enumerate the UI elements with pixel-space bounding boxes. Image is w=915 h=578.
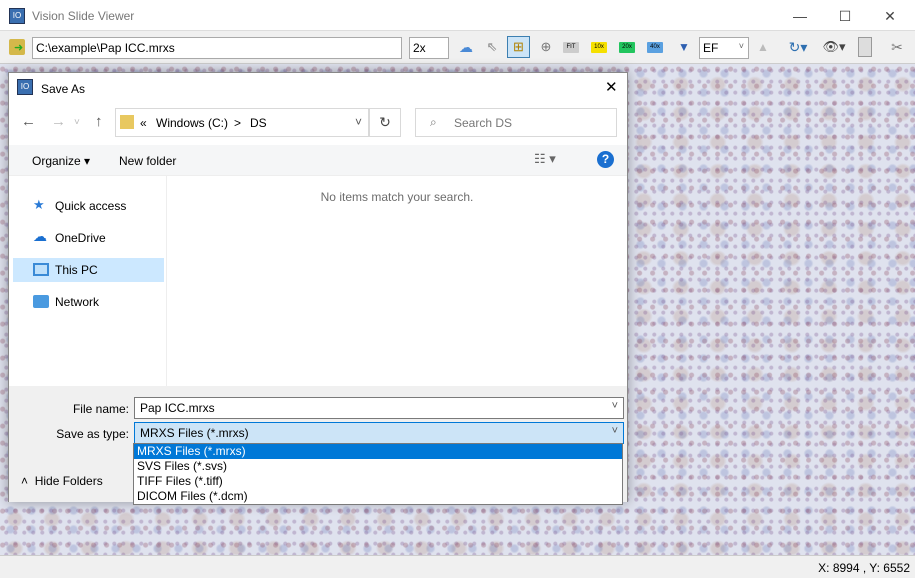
up-button[interactable]: ↑ (95, 113, 103, 130)
file-name-value: Pap ICC.mrxs (140, 401, 215, 415)
forward-button[interactable]: → (51, 113, 66, 130)
sidebar-label: Quick access (55, 199, 127, 213)
maximize-button[interactable]: ☐ (835, 6, 855, 26)
hide-folders-button[interactable]: ˄ Hide Folders (21, 474, 103, 488)
zoom-40x-button[interactable]: 40x (647, 42, 663, 53)
search-input[interactable]: ⌕ Search DS (415, 108, 617, 137)
sidebar-item-quick-access[interactable]: ★ Quick access (13, 194, 164, 218)
monitor-icon (33, 263, 49, 276)
close-button[interactable]: ✕ (880, 6, 900, 26)
save-as-type-dropdown: MRXS Files (*.mrxs) SVS Files (*.svs) TI… (133, 443, 623, 505)
pointer-icon[interactable]: ⇖ (484, 37, 500, 57)
organize-button[interactable]: Organize ▾ (32, 154, 90, 168)
refresh-button[interactable]: ↻ (369, 108, 401, 137)
sidebar-label: This PC (55, 263, 98, 277)
app-icon: IO (9, 8, 25, 24)
sidebar-label: Network (55, 295, 100, 309)
save-as-dialog: IO Save As ✕ ← → ˅ ↑ « Windows (C:) > DS… (8, 72, 628, 502)
fit-button[interactable]: FIT (563, 42, 579, 53)
breadcrumb-folder[interactable]: DS (250, 116, 267, 130)
file-name-label: File name: (72, 402, 129, 416)
window-title: Vision Slide Viewer (32, 9, 135, 23)
focus-up-icon: ▲ (757, 40, 769, 54)
dialog-close-button[interactable]: ✕ (605, 78, 618, 96)
save-as-type-label: Save as type: (56, 427, 129, 441)
coordinates: X: 8994 , Y: 6552 (818, 561, 910, 575)
folder-icon (120, 115, 134, 129)
sidebar-label: OneDrive (55, 231, 106, 245)
focus-value: EF (703, 41, 719, 55)
minimize-button[interactable]: — (790, 6, 810, 26)
type-option-mrxs[interactable]: MRXS Files (*.mrxs) (134, 444, 622, 459)
type-value: MRXS Files (*.mrxs) (140, 426, 249, 440)
zoom-10x-button[interactable]: 10x (591, 42, 607, 53)
focus-down-icon[interactable]: ▼ (676, 37, 692, 57)
split-view-icon[interactable] (858, 37, 872, 57)
back-button[interactable]: ← (21, 113, 36, 130)
navigation-pane: ★ Quick access ☁ OneDrive This PC Network (9, 176, 167, 386)
search-placeholder: Search DS (454, 116, 513, 130)
network-icon (33, 295, 49, 308)
breadcrumb-overflow[interactable]: « (140, 116, 147, 130)
empty-message: No items match your search. (320, 190, 474, 204)
view-options-icon[interactable]: ☷ ▾ (534, 151, 556, 167)
dialog-title: Save As (41, 82, 86, 96)
crosshair-icon[interactable]: ⊕ (538, 37, 554, 57)
file-name-input[interactable]: Pap ICC.mrxs ˅ (134, 397, 624, 419)
title-bar: IO Vision Slide Viewer — ☐ ✕ (0, 0, 915, 31)
chevron-down-icon[interactable]: ˅ (612, 400, 618, 412)
toolbar: ➜ C:\example\Pap ICC.mrxs 2x ☁ ⇖ ⊞ ⊕ FIT… (0, 31, 915, 64)
new-folder-button[interactable]: New folder (119, 154, 176, 168)
search-icon: ⌕ (430, 115, 437, 129)
help-icon[interactable]: ? (597, 151, 614, 168)
hide-folders-label: Hide Folders (34, 474, 103, 488)
tools-icon[interactable]: ✂ (888, 37, 906, 57)
sidebar-item-network[interactable]: Network (13, 290, 164, 314)
address-bar[interactable]: « Windows (C:) > DS ˅ (115, 108, 369, 137)
focus-select[interactable]: EF ˅ (699, 37, 749, 59)
breadcrumb-separator: > (234, 116, 242, 130)
chevron-down-icon[interactable]: ˅ (612, 425, 618, 437)
sidebar-item-this-pc[interactable]: This PC (13, 258, 164, 282)
cloud-upload-icon[interactable]: ☁ (457, 37, 475, 57)
zoom-20x-button[interactable]: 20x (619, 42, 635, 53)
save-as-type-select[interactable]: MRXS Files (*.mrxs) ˅ (134, 422, 624, 444)
cloud-icon: ☁ (33, 228, 47, 244)
sidebar-item-onedrive[interactable]: ☁ OneDrive (13, 226, 164, 250)
crop-icon[interactable]: ⊞ (507, 36, 530, 58)
recent-dropdown[interactable]: ˅ (74, 117, 80, 128)
type-option-svs[interactable]: SVS Files (*.svs) (134, 459, 622, 474)
dialog-icon: IO (17, 79, 33, 95)
eye-icon[interactable]: 👁▾ (820, 37, 848, 57)
rotate-icon[interactable]: ↻▾ (786, 37, 810, 57)
chevron-down-icon[interactable]: ˅ (355, 115, 362, 129)
chevron-up-icon: ˄ (21, 474, 29, 488)
breadcrumb-drive[interactable]: Windows (C:) (156, 116, 228, 130)
type-option-tiff[interactable]: TIFF Files (*.tiff) (134, 474, 622, 489)
star-icon: ★ (33, 197, 45, 212)
type-option-dicom[interactable]: DICOM Files (*.dcm) (134, 489, 622, 504)
path-input[interactable]: C:\example\Pap ICC.mrxs (32, 37, 402, 59)
zoom-input[interactable]: 2x (409, 37, 449, 59)
open-folder-icon[interactable]: ➜ (9, 39, 25, 55)
status-bar: X: 8994 , Y: 6552 (0, 555, 915, 578)
command-bar: Organize ▾ New folder ☷ ▾ ? (9, 145, 627, 176)
